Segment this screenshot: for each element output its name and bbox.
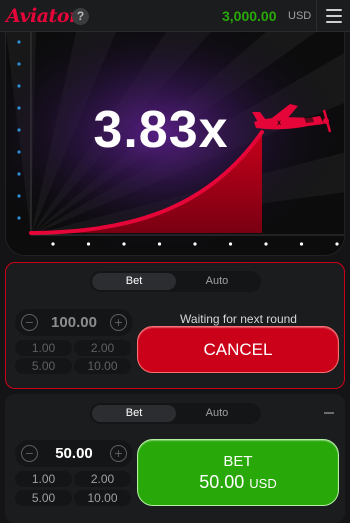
bet-button[interactable]: BET 50.00 USD <box>137 439 339 506</box>
y-axis-dot <box>17 172 21 176</box>
x-axis-dot <box>122 242 126 246</box>
bet-button-amount-line: 50.00 USD <box>138 472 338 493</box>
increase-bet-icon[interactable]: + <box>110 314 127 331</box>
round-status-text: Waiting for next round <box>180 312 297 326</box>
help-icon[interactable]: ? <box>72 8 89 25</box>
header-divider <box>316 0 317 32</box>
multiplier-display: 3.83x <box>93 101 229 159</box>
bet-amount-input[interactable]: 100.00 <box>39 314 109 331</box>
x-axis-dot <box>299 242 304 246</box>
tab-auto[interactable]: Auto <box>175 273 259 290</box>
increase-bet-icon[interactable]: + <box>110 445 127 462</box>
quick-bet-button[interactable]: 10.00 <box>74 358 131 374</box>
x-axis-dot <box>228 242 233 246</box>
x-axis-dot <box>86 242 91 246</box>
quick-bet-button[interactable]: 5.00 <box>15 490 72 506</box>
quick-bet-button[interactable]: 1.00 <box>15 471 72 487</box>
bet-mode-switch: Bet Auto <box>90 403 261 424</box>
bet-amount-input[interactable]: 50.00 <box>39 445 109 462</box>
bet-amount-stepper: − 50.00 + <box>15 440 133 467</box>
quick-bet-button[interactable]: 1.00 <box>15 340 72 356</box>
decrease-bet-icon[interactable]: − <box>21 314 38 331</box>
quick-bet-button[interactable]: 5.00 <box>15 358 72 374</box>
quick-bet-button[interactable]: 10.00 <box>74 490 131 506</box>
remove-panel-icon[interactable] <box>324 412 334 414</box>
bet-panel-2: Bet Auto − 50.00 + 1.00 2.00 5.00 10.00 … <box>5 394 345 523</box>
y-axis-dot <box>17 194 21 198</box>
hamburger-menu-icon[interactable] <box>326 9 342 23</box>
x-axis-dot <box>335 242 339 246</box>
bet-button-label: BET <box>223 453 253 470</box>
bet-button-currency: USD <box>249 476 277 491</box>
quick-bet-button[interactable]: 2.00 <box>74 340 131 356</box>
top-bar: Aviator ? 3,000.00 USD <box>0 0 350 32</box>
balance-amount: 3,000.00 <box>222 8 277 24</box>
x-axis-dot <box>157 242 162 246</box>
decrease-bet-icon[interactable]: − <box>21 445 38 462</box>
x-axis-dot <box>193 242 197 246</box>
bet-mode-switch: Bet Auto <box>90 271 261 292</box>
x-axis-dot <box>51 242 55 246</box>
bet-button-amount: 50.00 <box>199 472 245 492</box>
y-axis-dot <box>17 62 21 66</box>
y-axis-dot <box>17 84 21 88</box>
bet-amount-stepper: − 100.00 + <box>15 309 133 336</box>
balance-currency: USD <box>288 10 312 22</box>
y-axis-dot <box>17 40 21 44</box>
y-axis-dot <box>17 216 21 220</box>
tab-bet[interactable]: Bet <box>92 273 176 290</box>
quick-bet-button[interactable]: 2.00 <box>74 471 131 487</box>
bet-panel-1: Bet Auto − 100.00 + 1.00 2.00 5.00 10.00… <box>5 262 345 389</box>
aviator-logo[interactable]: Aviator <box>6 5 79 27</box>
game-canvas: X 3.83x <box>5 32 345 256</box>
tab-auto[interactable]: Auto <box>175 405 259 422</box>
cancel-button[interactable]: CANCEL <box>137 326 339 373</box>
tab-bet[interactable]: Bet <box>92 405 176 422</box>
x-axis-dot <box>264 242 268 246</box>
